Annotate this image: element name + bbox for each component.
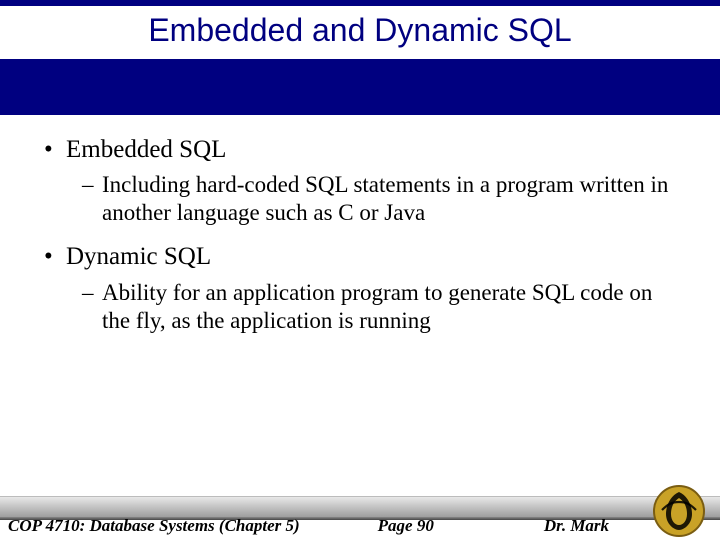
bullet-2-sub-1: – Ability for an application program to … xyxy=(40,279,680,335)
slide: Embedded and Dynamic SQL • Embedded SQL … xyxy=(0,0,720,540)
bullet-1-text: Embedded SQL xyxy=(66,136,226,163)
footer-gradient xyxy=(0,496,720,518)
bullet-1-sub-1-text: Including hard-coded SQL statements in a… xyxy=(102,172,668,225)
content-body: • Embedded SQL – Including hard-coded SQ… xyxy=(40,128,680,349)
bullet-dot-icon: • xyxy=(44,241,53,272)
dash-icon: – xyxy=(82,279,94,307)
bullet-2: • Dynamic SQL xyxy=(40,241,680,272)
title-area: Embedded and Dynamic SQL xyxy=(0,6,720,59)
footer-author: Dr. Mark xyxy=(544,516,609,536)
slide-title: Embedded and Dynamic SQL xyxy=(0,12,720,49)
footer: COP 4710: Database Systems (Chapter 5) P… xyxy=(0,496,720,540)
bullet-1: • Embedded SQL xyxy=(40,134,680,165)
bullet-dot-icon: • xyxy=(44,134,53,165)
ucf-pegasus-logo xyxy=(652,484,706,538)
footer-page: Page 90 xyxy=(378,516,434,536)
footer-course: COP 4710: Database Systems (Chapter 5) xyxy=(8,516,300,536)
bullet-2-text: Dynamic SQL xyxy=(66,243,211,270)
bullet-1-sub-1: – Including hard-coded SQL statements in… xyxy=(40,171,680,227)
mid-navy-strip xyxy=(0,59,720,115)
bullet-2-sub-1-text: Ability for an application program to ge… xyxy=(102,280,652,333)
footer-text-row: COP 4710: Database Systems (Chapter 5) P… xyxy=(8,516,600,536)
dash-icon: – xyxy=(82,171,94,199)
